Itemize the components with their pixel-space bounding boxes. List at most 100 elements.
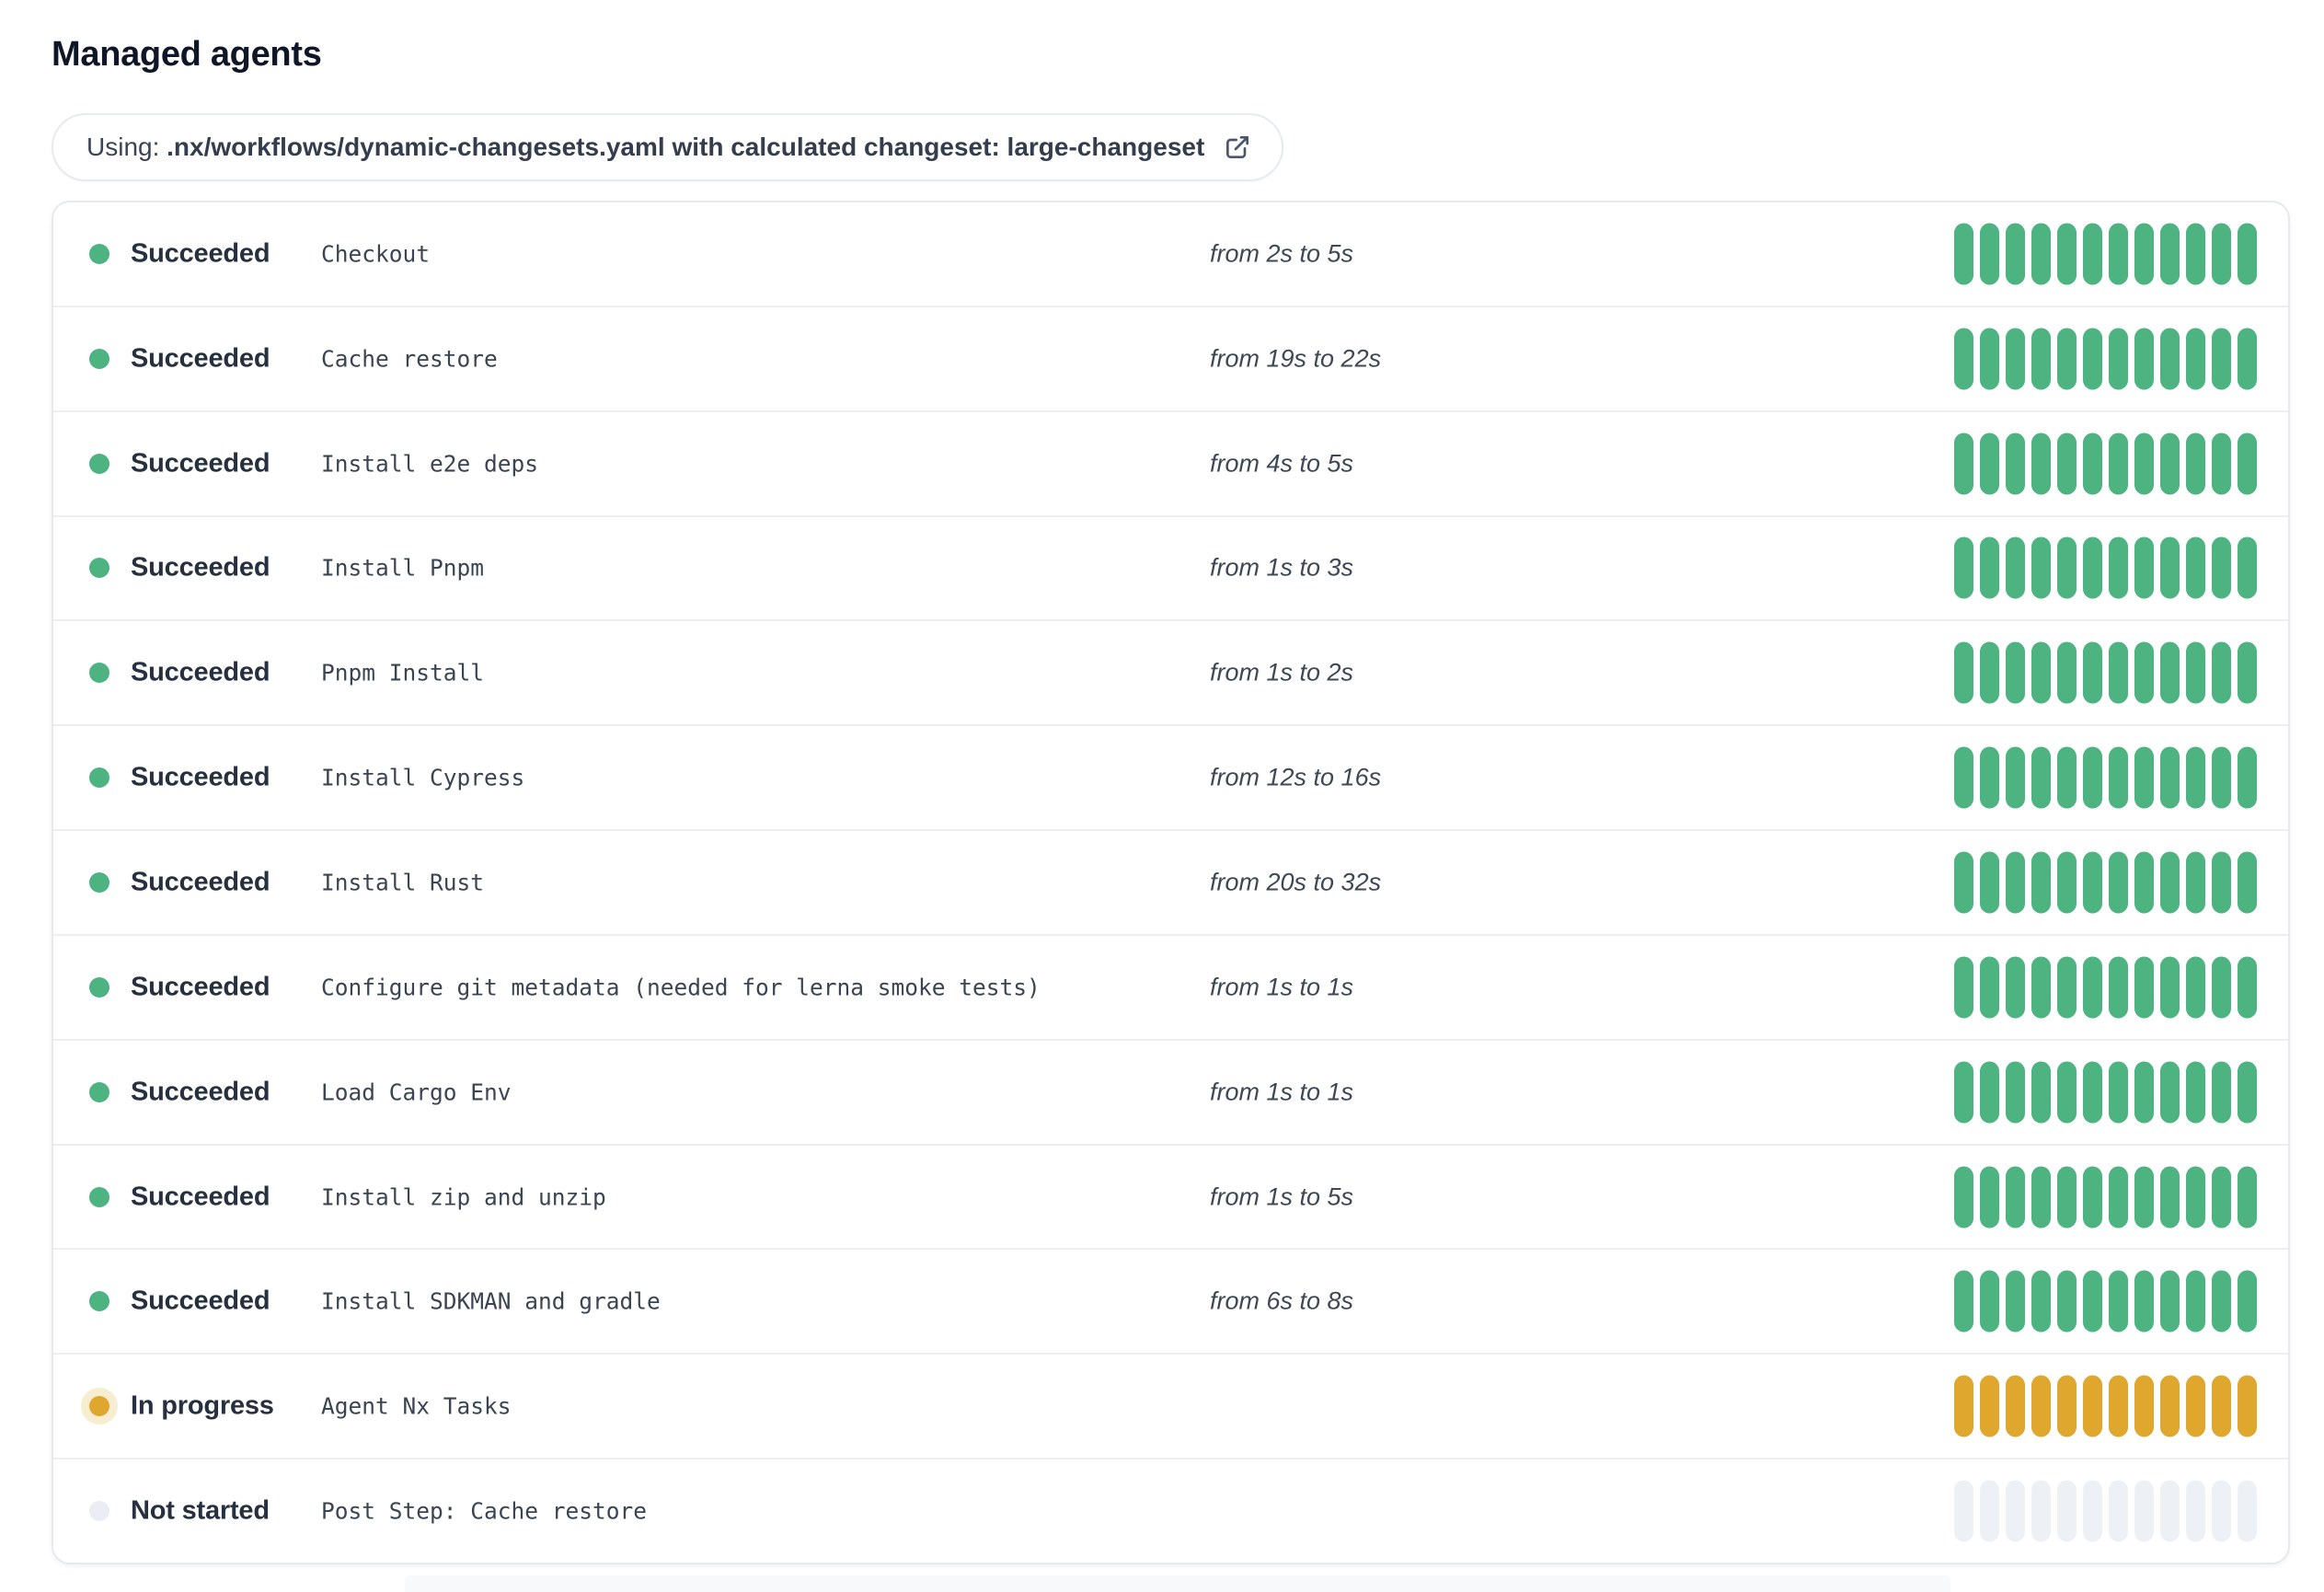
agent-segment[interactable] <box>2134 1375 2154 1437</box>
agent-segment[interactable] <box>2134 956 2154 1019</box>
agent-segment[interactable] <box>2238 536 2257 599</box>
agent-segment[interactable] <box>1954 1166 1973 1229</box>
agent-segment[interactable] <box>1954 956 1973 1019</box>
agent-segment[interactable] <box>2186 1061 2205 1124</box>
agent-segment[interactable] <box>2160 746 2180 809</box>
agent-segment[interactable] <box>2134 746 2154 809</box>
agent-segment[interactable] <box>2083 1166 2102 1229</box>
agent-segment[interactable] <box>2134 433 2154 495</box>
agent-segment[interactable] <box>2134 328 2154 390</box>
agent-segment[interactable] <box>1980 433 1999 495</box>
agent-segment[interactable] <box>2160 328 2180 390</box>
agent-step-row[interactable]: Succeeded Install Cypress from 12s to 16… <box>53 724 2288 830</box>
agent-segment[interactable] <box>2083 851 2102 914</box>
agent-segment[interactable] <box>2083 1270 2102 1332</box>
agent-segment[interactable] <box>1954 1061 1973 1124</box>
agent-segment[interactable] <box>2031 433 2051 495</box>
agent-segment[interactable] <box>1954 746 1973 809</box>
agent-segment[interactable] <box>2238 851 2257 914</box>
agent-segment[interactable] <box>2031 1480 2051 1542</box>
agent-segment[interactable] <box>1954 851 1973 914</box>
agent-segment[interactable] <box>2160 1166 2180 1229</box>
agent-segment[interactable] <box>2031 1061 2051 1124</box>
agent-step-row[interactable]: Succeeded Install Pnpm from 1s to 3s <box>53 514 2288 620</box>
agent-segment[interactable] <box>2212 536 2231 599</box>
agent-segment[interactable] <box>2109 536 2128 599</box>
agent-segment[interactable] <box>2031 1375 2051 1437</box>
agent-segment[interactable] <box>2031 851 2051 914</box>
agent-step-row[interactable]: Succeeded Checkout from 2s to 5s <box>53 202 2288 306</box>
agent-segment[interactable] <box>2006 1270 2025 1332</box>
agent-step-row[interactable]: Succeeded Configure git metadata (needed… <box>53 933 2288 1039</box>
agent-segment[interactable] <box>2160 1270 2180 1332</box>
agent-segment[interactable] <box>1980 641 1999 704</box>
agent-segment[interactable] <box>1980 536 1999 599</box>
agent-segment[interactable] <box>1980 328 1999 390</box>
agent-segment[interactable] <box>2212 1270 2231 1332</box>
agent-segment[interactable] <box>2083 1480 2102 1542</box>
agent-segment[interactable] <box>2031 1166 2051 1229</box>
agent-segment[interactable] <box>2083 641 2102 704</box>
agent-segment[interactable] <box>2006 1061 2025 1124</box>
agent-segment[interactable] <box>2057 328 2077 390</box>
agent-segment[interactable] <box>2109 433 2128 495</box>
agent-segment[interactable] <box>1980 1480 1999 1542</box>
agent-segment[interactable] <box>2083 536 2102 599</box>
agent-segment[interactable] <box>2057 1375 2077 1437</box>
agent-segment[interactable] <box>1954 1480 1973 1542</box>
agent-segment[interactable] <box>2006 328 2025 390</box>
agent-segment[interactable] <box>2031 1270 2051 1332</box>
agent-segment[interactable] <box>2186 328 2205 390</box>
agent-segment[interactable] <box>2057 1480 2077 1542</box>
agent-segment[interactable] <box>2212 1375 2231 1437</box>
agent-segment[interactable] <box>2212 1480 2231 1542</box>
agent-segment[interactable] <box>2212 1061 2231 1124</box>
agent-segment[interactable] <box>2238 956 2257 1019</box>
agent-segment[interactable] <box>1954 433 1973 495</box>
agent-segment[interactable] <box>2186 1166 2205 1229</box>
agent-segment[interactable] <box>2160 536 2180 599</box>
agent-segment[interactable] <box>2006 223 2025 285</box>
agent-segment[interactable] <box>2006 1166 2025 1229</box>
agent-segment[interactable] <box>2057 641 2077 704</box>
agent-segment[interactable] <box>2160 1480 2180 1542</box>
agent-segment[interactable] <box>1980 1166 1999 1229</box>
agent-segment[interactable] <box>2134 536 2154 599</box>
agent-segment[interactable] <box>2238 1061 2257 1124</box>
agent-segment[interactable] <box>2212 223 2231 285</box>
agent-segment[interactable] <box>2109 851 2128 914</box>
agent-segment[interactable] <box>2238 223 2257 285</box>
agent-segment[interactable] <box>1980 956 1999 1019</box>
agent-segment[interactable] <box>2057 223 2077 285</box>
agent-segment[interactable] <box>2212 433 2231 495</box>
agent-segment[interactable] <box>2186 641 2205 704</box>
agent-segment[interactable] <box>2057 433 2077 495</box>
agent-segment[interactable] <box>1980 1061 1999 1124</box>
agent-segment[interactable] <box>2238 1270 2257 1332</box>
agent-segment[interactable] <box>2031 328 2051 390</box>
workflow-config-badge[interactable]: Using: .nx/workflows/dynamic-changesets.… <box>52 113 1284 181</box>
agent-segment[interactable] <box>2186 433 2205 495</box>
agent-segment[interactable] <box>2031 536 2051 599</box>
agent-segment[interactable] <box>2160 956 2180 1019</box>
agent-step-row[interactable]: Succeeded Load Cargo Env from 1s to 1s <box>53 1038 2288 1144</box>
agent-segment[interactable] <box>1980 1375 1999 1437</box>
agent-segment[interactable] <box>2083 433 2102 495</box>
agent-segment[interactable] <box>2186 956 2205 1019</box>
agent-segment[interactable] <box>2160 1061 2180 1124</box>
agent-segment[interactable] <box>2109 1166 2128 1229</box>
agent-segment[interactable] <box>2057 851 2077 914</box>
agent-segment[interactable] <box>2186 536 2205 599</box>
agent-segment[interactable] <box>2238 433 2257 495</box>
agent-segment[interactable] <box>2057 1061 2077 1124</box>
agent-segment[interactable] <box>2109 746 2128 809</box>
agent-segment[interactable] <box>2083 223 2102 285</box>
agent-segment[interactable] <box>2238 641 2257 704</box>
agent-segment[interactable] <box>2006 851 2025 914</box>
agent-step-row[interactable]: In progress Agent Nx Tasks <box>53 1353 2288 1459</box>
agent-segment[interactable] <box>1954 1270 1973 1332</box>
agent-segment[interactable] <box>2186 223 2205 285</box>
agent-segment[interactable] <box>2160 223 2180 285</box>
agent-segment[interactable] <box>2006 746 2025 809</box>
agent-step-row[interactable]: Succeeded Install e2e deps from 4s to 5s <box>53 410 2288 515</box>
